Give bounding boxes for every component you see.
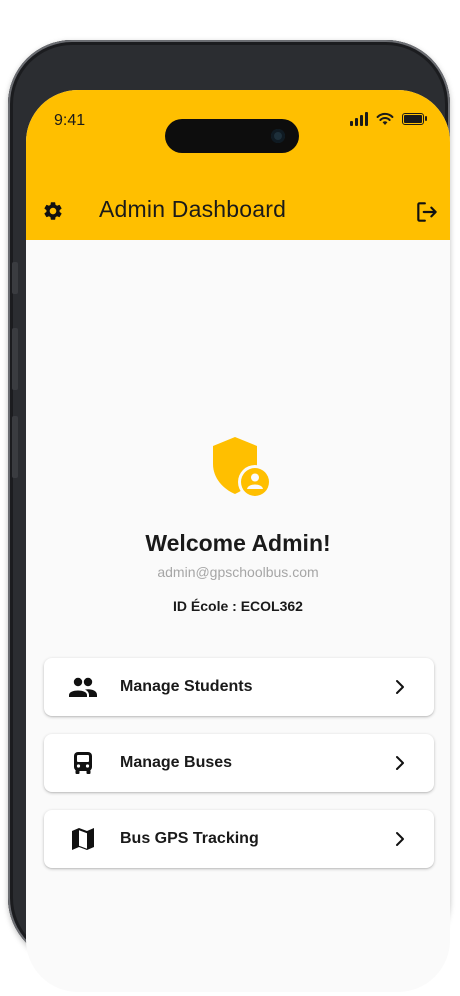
school-id: ID École : ECOL362 [173,598,303,614]
logout-icon[interactable] [414,199,440,225]
camera-icon [271,129,285,143]
screen: 9:41 Admin Dashboard Welcome Admin! admi… [26,90,450,992]
map-icon [72,828,94,850]
page-title: Admin Dashboard [99,196,287,222]
battery-icon [402,113,427,125]
signal-icon [350,112,368,126]
bus-gps-tracking-button[interactable]: Bus GPS Tracking [44,810,434,868]
wifi-icon [376,112,394,125]
phone-frame: 9:41 Admin Dashboard Welcome Admin! admi… [8,40,450,992]
gear-icon[interactable] [42,200,64,222]
menu-item-label: Manage Students [120,678,253,695]
admin-shield-icon [213,437,272,499]
chevron-right-icon [396,680,404,694]
status-time: 9:41 [54,112,86,129]
menu-item-label: Bus GPS Tracking [120,830,259,847]
dynamic-island [165,119,299,153]
admin-email: admin@gpschoolbus.com [157,564,319,580]
menu-item-label: Manage Buses [120,754,233,771]
menu-list: Manage Students Manage Buses Bus GPS Tra… [44,658,434,886]
people-icon [69,677,97,697]
chevron-right-icon [396,832,404,846]
app-header: 9:41 Admin Dashboard [26,90,450,240]
chevron-right-icon [396,756,404,770]
status-icons [350,112,427,126]
manage-students-button[interactable]: Manage Students [44,658,434,716]
volume-up-button [12,328,18,390]
action-button [12,262,18,294]
bus-icon [74,752,92,774]
manage-buses-button[interactable]: Manage Buses [44,734,434,792]
welcome-heading: Welcome Admin! [145,530,331,556]
volume-down-button [12,416,18,478]
